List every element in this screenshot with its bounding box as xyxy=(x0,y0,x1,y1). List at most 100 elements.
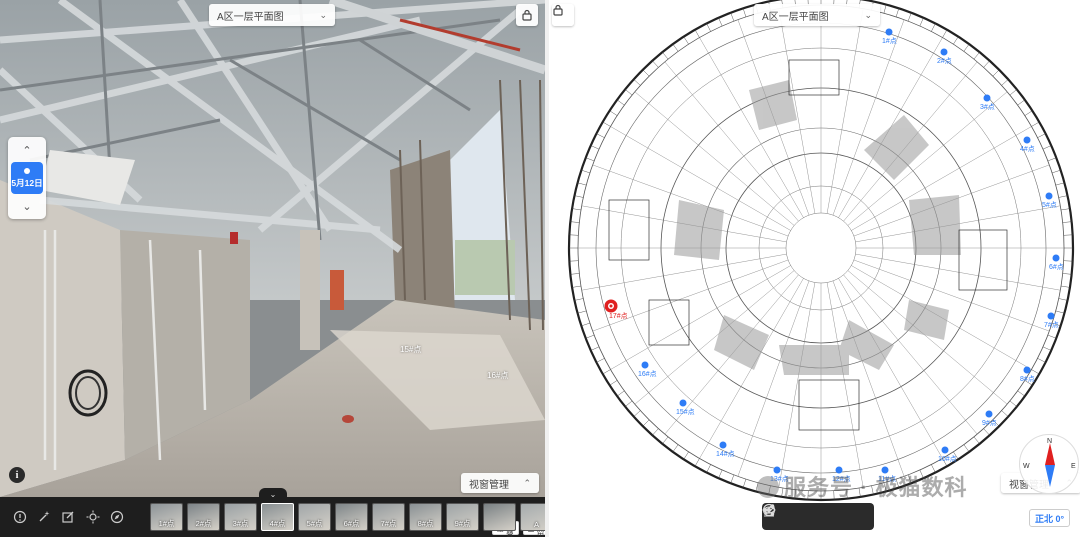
plan-point-label: 6#点 xyxy=(1049,263,1064,271)
thumbnail-label: 8#点 xyxy=(417,519,434,528)
current-date-label: 5月12日 xyxy=(11,177,43,188)
pano-hotspot-16[interactable]: 16#点 xyxy=(487,370,508,381)
plan-point-label: 8#点 xyxy=(1020,375,1035,383)
info-icon[interactable] xyxy=(12,509,28,525)
plan-floor-selector-value: A区一层平面图 xyxy=(762,11,829,23)
magic-wand-icon[interactable] xyxy=(36,509,52,525)
plan-point-label: 3#点 xyxy=(980,103,995,111)
panorama-image[interactable] xyxy=(0,0,545,497)
point-marker-icon xyxy=(885,28,893,36)
chevron-down-icon: ⌄ xyxy=(22,200,32,213)
plan-point-label: 7#点 xyxy=(1044,321,1059,329)
thumbnail-label: 6#点 xyxy=(343,519,360,528)
thumbnail-item[interactable]: 3#点 xyxy=(224,503,257,531)
plan-point-label: 5#点 xyxy=(1042,201,1057,209)
current-date-badge[interactable]: 5月12日 xyxy=(11,162,43,194)
thumbnail-item[interactable]: A xyxy=(520,503,545,531)
thumbnail-item[interactable]: 5#点 xyxy=(298,503,331,531)
thumbnail-label: 4#点 xyxy=(269,519,286,528)
floor-selector-value: A区一层平面图 xyxy=(217,11,284,23)
compass-icon[interactable] xyxy=(109,509,125,525)
compass-n-label: N xyxy=(1047,438,1052,445)
pen-icon[interactable] xyxy=(764,504,840,526)
plan-point-marker[interactable]: 9#点 xyxy=(982,410,997,428)
date-prev-button[interactable]: ⌃ xyxy=(8,139,46,161)
thumbnail-item[interactable]: 9#点 xyxy=(446,503,479,531)
point-marker-icon xyxy=(941,446,949,454)
viewport-manager-dropdown[interactable]: 视窗管理 ⌃ xyxy=(461,473,539,493)
plan-point-label: 15#点 xyxy=(676,408,695,416)
thumbnail-item[interactable]: 2#点 xyxy=(187,503,220,531)
current-point-label: 17#点 xyxy=(609,312,628,320)
panorama-viewer[interactable]: A区一层平面图 ⌄ ⌃ 5月12日 ⌄ 15#点 16#点 i 视窗管理 ⌃ ⌄… xyxy=(0,0,545,537)
plan-point-marker[interactable]: 16#点 xyxy=(638,361,657,379)
north-reset-button[interactable]: 正北 0° xyxy=(1029,509,1071,527)
plan-point-marker[interactable]: 6#点 xyxy=(1049,254,1064,272)
thumbnail-item[interactable]: 6#点 xyxy=(335,503,368,531)
lock-icon xyxy=(522,9,532,21)
thumbnail-item[interactable] xyxy=(483,503,516,531)
plan-toolbar xyxy=(762,503,874,530)
app-root: A区一层平面图 ⌄ ⌃ 5月12日 ⌄ 15#点 16#点 i 视窗管理 ⌃ ⌄… xyxy=(0,0,1080,537)
share-icon[interactable] xyxy=(763,504,814,526)
plan-point-label: 14#点 xyxy=(716,450,735,458)
thumbnail-item[interactable]: 8#点 xyxy=(409,503,442,531)
lock-icon xyxy=(553,4,563,16)
point-marker-icon xyxy=(1045,192,1053,200)
pano-hotspot-15[interactable]: 15#点 xyxy=(400,344,421,355)
plan-point-marker[interactable]: 8#点 xyxy=(1020,366,1035,384)
edit-icon[interactable] xyxy=(60,509,76,525)
chevron-up-icon: ⌃ xyxy=(22,144,32,157)
eye-icon[interactable] xyxy=(762,506,866,526)
thumbnail-label: 5#点 xyxy=(306,519,323,528)
plan-point-marker[interactable]: 4#点 xyxy=(1020,136,1035,154)
lock-view-button[interactable] xyxy=(516,4,538,26)
point-marker-icon xyxy=(985,410,993,418)
plan-point-marker[interactable]: 1#点 xyxy=(882,28,897,46)
point-marker-icon xyxy=(679,399,687,407)
plan-point-label: 2#点 xyxy=(937,57,952,65)
thumbnail-item[interactable]: 1#点 xyxy=(150,503,183,531)
point-marker-icon xyxy=(983,94,991,102)
plan-point-label: 4#点 xyxy=(1020,145,1035,153)
plan-point-marker[interactable]: 14#点 xyxy=(716,441,735,459)
info-icon[interactable]: i xyxy=(9,467,25,483)
point-marker-icon xyxy=(1023,366,1031,374)
compass-w-label: W xyxy=(1023,463,1030,470)
thumbnail-item[interactable]: 4#点 xyxy=(261,503,294,531)
plan-point-marker[interactable]: 5#点 xyxy=(1042,192,1057,210)
point-marker-icon xyxy=(641,361,649,369)
chevron-down-icon: ⌄ xyxy=(269,489,277,499)
plan-point-label: 1#点 xyxy=(882,37,897,45)
point-marker-icon xyxy=(1023,136,1031,144)
compass-e-label: E xyxy=(1071,463,1076,470)
plan-point-label: 10#点 xyxy=(938,455,957,463)
floor-selector-dropdown[interactable]: A区一层平面图 ⌄ xyxy=(209,4,335,26)
brightness-icon[interactable] xyxy=(85,509,101,525)
floor-plan-viewer[interactable]: 1#点 2#点 3#点 4#点 5#点 6#点 7#点 8#点 9#点 10#点 11#点 12#点 1… xyxy=(545,0,1080,537)
floor-plan-drawing[interactable]: 1#点2#点3#点4#点5#点6#点7#点8#点9#点10#点11#点12#点1… xyxy=(549,0,1080,537)
date-switcher: ⌃ 5月12日 ⌄ xyxy=(8,137,46,219)
thumbnail-item[interactable]: 7#点 xyxy=(372,503,405,531)
point-marker-icon xyxy=(719,441,727,449)
viewport-manager-label: 视窗管理 xyxy=(469,479,509,491)
thumbnail-label: 1#点 xyxy=(158,519,175,528)
compass-widget[interactable]: N E W xyxy=(1019,434,1079,494)
date-next-button[interactable]: ⌄ xyxy=(8,195,46,217)
thumbnail-label: 7#点 xyxy=(380,519,397,528)
plan-point-marker[interactable]: 7#点 xyxy=(1044,312,1059,330)
compass-icon: N E W xyxy=(1023,438,1076,487)
plan-point-marker[interactable]: 10#点 xyxy=(938,446,957,464)
chevron-down-icon: ⌄ xyxy=(864,9,872,20)
current-location-marker[interactable]: 17#点 xyxy=(604,299,628,321)
thumbnail-collapse-button[interactable]: ⌄ xyxy=(259,488,287,500)
chevron-up-icon: ⌃ xyxy=(523,477,531,488)
plan-floor-selector-dropdown[interactable]: A区一层平面图 ⌄ xyxy=(754,4,880,26)
point-marker-icon xyxy=(1052,254,1060,262)
point-marker-icon xyxy=(1047,312,1055,320)
plan-lock-button[interactable] xyxy=(552,4,574,26)
point-marker-icon xyxy=(940,48,948,56)
chevron-down-icon: ⌄ xyxy=(319,9,327,20)
thumbnail-label: 9#点 xyxy=(454,519,471,528)
thumbnail-label: A xyxy=(533,520,539,529)
